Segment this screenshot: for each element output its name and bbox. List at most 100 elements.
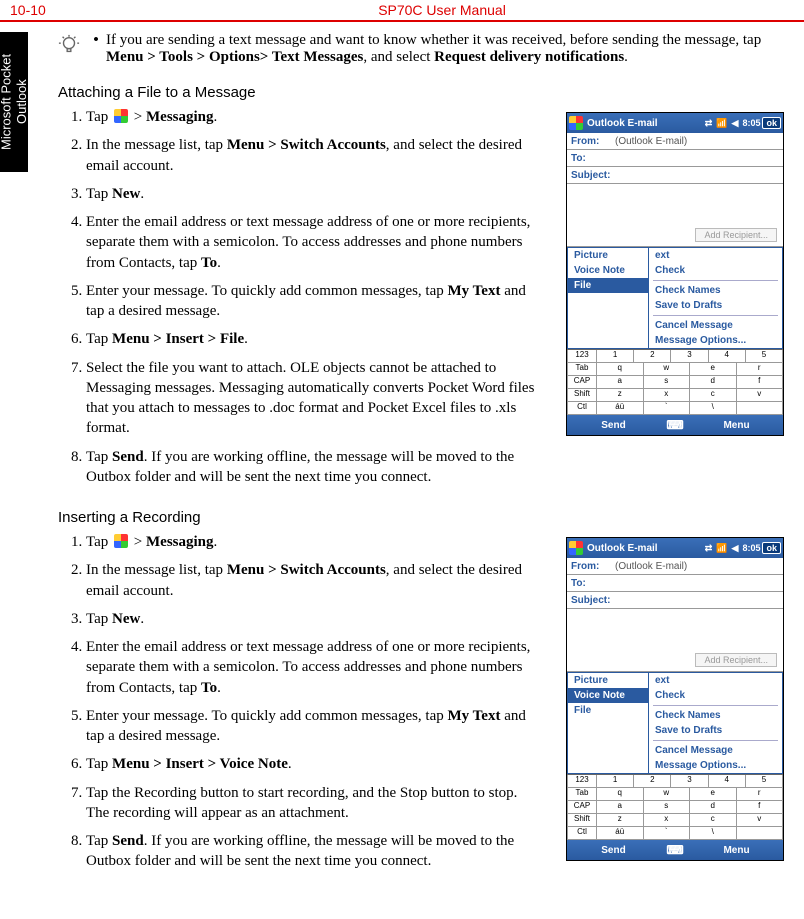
sip-key[interactable]: áü: [597, 827, 644, 840]
sip-key[interactable]: 2: [634, 350, 671, 363]
menu-item[interactable]: Save to Drafts: [649, 723, 782, 738]
on-screen-keyboard[interactable]: 12312345TabqwerCAPasdfShiftzxcvCtláü`\: [567, 774, 783, 840]
sip-key[interactable]: d: [690, 376, 737, 389]
insert-submenu: PictureVoice NoteFile: [567, 247, 648, 349]
softkey-right[interactable]: Menu: [690, 845, 783, 856]
menu-item[interactable]: Check: [649, 263, 782, 278]
sip-key[interactable]: f: [737, 376, 784, 389]
sip-key[interactable]: s: [644, 801, 691, 814]
add-recipient-button[interactable]: Add Recipient...: [695, 228, 777, 242]
sip-key[interactable]: w: [644, 788, 691, 801]
field-value[interactable]: (Outlook E-mail): [613, 136, 783, 147]
sip-key[interactable]: 5: [746, 350, 783, 363]
sip-modifier-key[interactable]: Ctl: [567, 827, 597, 840]
sip-key[interactable]: d: [690, 801, 737, 814]
sip-key[interactable]: c: [690, 389, 737, 402]
pda-field-row[interactable]: To:: [567, 150, 783, 167]
menu-item[interactable]: Message Options...: [649, 758, 782, 773]
message-body[interactable]: Add Recipient...: [567, 609, 783, 672]
menu-item[interactable]: Check Names: [649, 283, 782, 298]
sip-key[interactable]: s: [644, 376, 691, 389]
sip-key[interactable]: \: [690, 827, 737, 840]
menu-item[interactable]: File: [568, 278, 648, 293]
sip-key[interactable]: 4: [709, 775, 746, 788]
menu-item[interactable]: Save to Drafts: [649, 298, 782, 313]
keyboard-toggle-icon[interactable]: ⌨: [660, 418, 690, 432]
sip-key[interactable]: \: [690, 402, 737, 415]
sip-key[interactable]: 2: [634, 775, 671, 788]
sip-key[interactable]: v: [737, 389, 784, 402]
menu-item[interactable]: Check: [649, 688, 782, 703]
sip-key[interactable]: `: [644, 827, 691, 840]
sip-key[interactable]: v: [737, 814, 784, 827]
menu-item[interactable]: Cancel Message: [649, 743, 782, 758]
sip-key[interactable]: 3: [671, 775, 708, 788]
start-icon[interactable]: [569, 541, 583, 555]
sip-key[interactable]: 1: [597, 775, 634, 788]
sip-modifier-key[interactable]: CAP: [567, 801, 597, 814]
page-number: 10-10: [10, 2, 90, 18]
start-icon[interactable]: [569, 116, 583, 130]
keyboard-toggle-icon[interactable]: ⌨: [660, 843, 690, 857]
sip-key[interactable]: 1: [597, 350, 634, 363]
sip-key[interactable]: q: [597, 363, 644, 376]
sip-key[interactable]: [737, 402, 784, 415]
sip-key[interactable]: `: [644, 402, 691, 415]
pda-field-row[interactable]: Subject:: [567, 592, 783, 609]
ok-button[interactable]: ok: [762, 542, 781, 554]
sip-modifier-key[interactable]: Tab: [567, 363, 597, 376]
sip-key[interactable]: c: [690, 814, 737, 827]
section-title: Attaching a File to a Message: [58, 84, 784, 101]
sip-key[interactable]: r: [737, 788, 784, 801]
sip-key[interactable]: w: [644, 363, 691, 376]
sip-modifier-key[interactable]: Shift: [567, 389, 597, 402]
sip-key[interactable]: [737, 827, 784, 840]
message-body[interactable]: Add Recipient...: [567, 184, 783, 247]
menu-item[interactable]: Message Options...: [649, 333, 782, 348]
menu-item[interactable]: ext: [649, 673, 782, 688]
sip-modifier-key[interactable]: Tab: [567, 788, 597, 801]
menu-item[interactable]: Check Names: [649, 708, 782, 723]
menu-item[interactable]: Picture: [568, 673, 648, 688]
sip-key[interactable]: a: [597, 801, 644, 814]
menu-item[interactable]: File: [568, 703, 648, 718]
pda-field-row[interactable]: From:(Outlook E-mail): [567, 558, 783, 575]
softkey-left[interactable]: Send: [567, 420, 660, 431]
menu-item[interactable]: Picture: [568, 248, 648, 263]
pda-field-row[interactable]: To:: [567, 575, 783, 592]
sip-modifier-key[interactable]: 123: [567, 350, 597, 363]
sip-key[interactable]: e: [690, 788, 737, 801]
sip-key[interactable]: f: [737, 801, 784, 814]
ok-button[interactable]: ok: [762, 117, 781, 129]
add-recipient-button[interactable]: Add Recipient...: [695, 653, 777, 667]
pda-titlebar: Outlook E-mail⇄📶◀8:05ok: [567, 538, 783, 558]
pda-field-row[interactable]: From:(Outlook E-mail): [567, 133, 783, 150]
sip-key[interactable]: 5: [746, 775, 783, 788]
sip-key[interactable]: q: [597, 788, 644, 801]
sip-modifier-key[interactable]: Ctl: [567, 402, 597, 415]
menu-item[interactable]: Cancel Message: [649, 318, 782, 333]
main-menu-popup: extCheck Check NamesSave to Drafts Cancel …: [648, 247, 783, 349]
on-screen-keyboard[interactable]: 12312345TabqwerCAPasdfShiftzxcvCtláü`\: [567, 349, 783, 415]
pda-field-row[interactable]: Subject:: [567, 167, 783, 184]
tip-text: If you are sending a text message and wa…: [106, 32, 784, 66]
sip-key[interactable]: z: [597, 814, 644, 827]
sip-key[interactable]: x: [644, 814, 691, 827]
sip-key[interactable]: r: [737, 363, 784, 376]
sip-modifier-key[interactable]: CAP: [567, 376, 597, 389]
sip-key[interactable]: 4: [709, 350, 746, 363]
menu-item[interactable]: ext: [649, 248, 782, 263]
sip-key[interactable]: 3: [671, 350, 708, 363]
softkey-left[interactable]: Send: [567, 845, 660, 856]
sip-key[interactable]: z: [597, 389, 644, 402]
sip-key[interactable]: e: [690, 363, 737, 376]
sip-modifier-key[interactable]: 123: [567, 775, 597, 788]
menu-item[interactable]: Voice Note: [568, 688, 648, 703]
sip-key[interactable]: a: [597, 376, 644, 389]
sip-key[interactable]: áü: [597, 402, 644, 415]
sip-modifier-key[interactable]: Shift: [567, 814, 597, 827]
sip-key[interactable]: x: [644, 389, 691, 402]
softkey-right[interactable]: Menu: [690, 420, 783, 431]
field-value[interactable]: (Outlook E-mail): [613, 561, 783, 572]
menu-item[interactable]: Voice Note: [568, 263, 648, 278]
